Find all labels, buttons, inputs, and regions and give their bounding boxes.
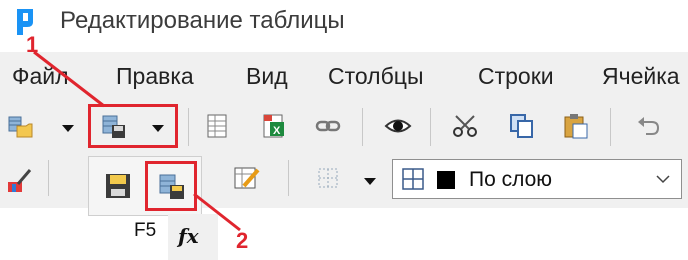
table-grid-icon[interactable] xyxy=(204,112,232,140)
toolbar-separator xyxy=(362,108,363,146)
menu-rows[interactable]: Строки xyxy=(478,63,554,90)
svg-text:X: X xyxy=(273,125,281,137)
save-dropdown-popup xyxy=(88,156,202,216)
cut-icon[interactable] xyxy=(452,112,480,140)
open-dropdown-arrow[interactable] xyxy=(62,125,74,132)
link-icon[interactable] xyxy=(314,112,342,140)
paste-icon[interactable] xyxy=(562,112,590,140)
copy-icon[interactable] xyxy=(508,112,536,140)
eye-icon[interactable] xyxy=(384,112,412,140)
borders-icon xyxy=(402,168,424,190)
undo-icon[interactable] xyxy=(634,112,662,140)
shortcut-label: F5 xyxy=(134,220,157,241)
toolbar-separator xyxy=(188,108,189,146)
window-title: Редактирование таблицы xyxy=(60,7,345,34)
menu-columns[interactable]: Столбцы xyxy=(328,63,423,90)
color-swatch xyxy=(437,171,455,189)
toolbar-separator xyxy=(48,160,49,196)
grid-dropdown-arrow[interactable] xyxy=(364,178,376,185)
menu-cell[interactable]: Ячейка xyxy=(602,63,680,90)
toolbar-separator xyxy=(610,108,611,146)
brush-icon[interactable] xyxy=(6,166,34,194)
excel-import-icon[interactable]: X xyxy=(260,112,288,140)
pencil-table-icon[interactable] xyxy=(232,164,260,192)
menu-view[interactable]: Вид xyxy=(246,63,288,90)
grid-dots-icon[interactable] xyxy=(314,164,342,192)
chevron-down-icon[interactable] xyxy=(655,172,671,186)
callout-number-2: 2 xyxy=(236,228,249,253)
callout-pointer-1 xyxy=(33,50,105,108)
title-bar: Редактирование таблицы xyxy=(0,0,688,48)
open-folder-icon[interactable] xyxy=(6,112,34,140)
save-icon[interactable] xyxy=(103,171,133,201)
toolbar-separator xyxy=(430,108,431,146)
menu-edit[interactable]: Правка xyxy=(116,63,194,90)
toolbar-separator xyxy=(288,160,289,196)
layer-style-combo[interactable]: По слою xyxy=(392,159,682,199)
callout-box-1 xyxy=(88,104,178,148)
layer-combo-value: По слою xyxy=(469,168,553,191)
